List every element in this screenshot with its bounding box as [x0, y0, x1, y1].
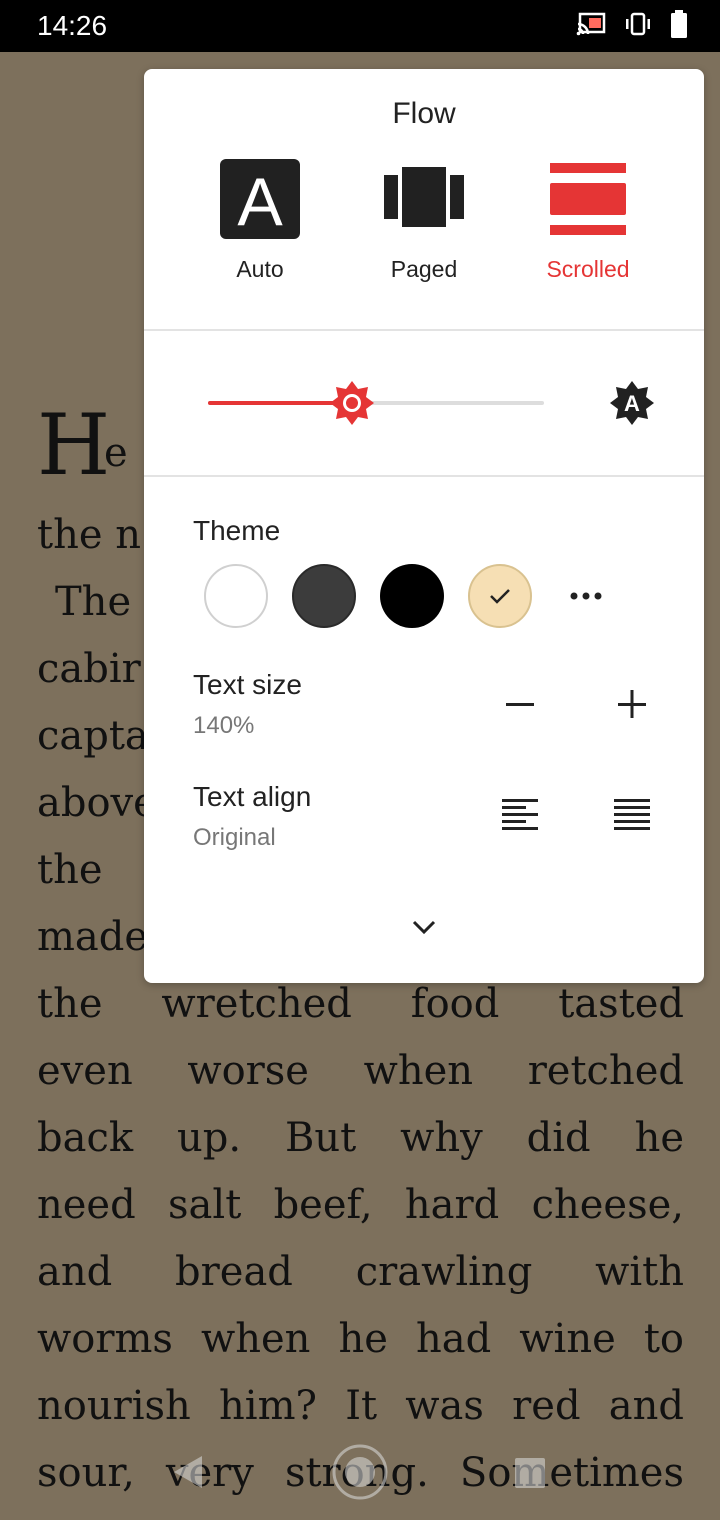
status-time: 14:26 — [37, 10, 108, 41]
align-justify-button[interactable] — [604, 788, 660, 844]
svg-text:A: A — [237, 164, 283, 239]
paged-flow-icon — [384, 167, 464, 227]
battery-icon — [670, 9, 688, 43]
theme-swatch-sepia[interactable] — [468, 564, 532, 628]
increase-text-size-button[interactable] — [604, 676, 660, 732]
nav-home-button[interactable] — [331, 1443, 389, 1506]
text-size-value: 140% — [193, 712, 255, 739]
brightness-thumb-icon[interactable] — [328, 379, 376, 427]
book-line: worms when he had wine to — [37, 1316, 684, 1362]
book-line: back up. But why did he — [37, 1115, 684, 1161]
vibrate-icon — [624, 12, 652, 41]
theme-swatch-white[interactable] — [204, 564, 268, 628]
book-line: and bread crawling with — [37, 1249, 684, 1295]
text-size-label: Text size — [193, 669, 302, 700]
book-line: even worse when retched — [37, 1048, 684, 1094]
decrease-text-size-button[interactable] — [492, 676, 548, 732]
flow-option-auto[interactable]: A Auto — [200, 159, 320, 283]
back-icon — [174, 1456, 202, 1488]
brightness-slider[interactable] — [208, 381, 544, 425]
auto-flow-icon: A — [220, 159, 300, 240]
scrolled-flow-icon — [550, 163, 626, 235]
cast-icon — [576, 12, 606, 41]
auto-brightness-button[interactable]: A — [608, 379, 656, 427]
flow-option-paged[interactable]: Paged — [364, 159, 484, 283]
theme-swatch-black[interactable] — [380, 564, 444, 628]
theme-swatch-dark-gray[interactable] — [292, 564, 356, 628]
plus-icon — [618, 690, 646, 718]
divider — [144, 475, 704, 477]
expand-panel-button[interactable] — [396, 899, 452, 955]
book-line: need salt beef, hard cheese, — [37, 1182, 684, 1228]
more-themes-button[interactable] — [560, 574, 612, 618]
auto-brightness-icon: A — [610, 381, 654, 425]
check-icon — [490, 589, 510, 604]
flow-label-auto: Auto — [236, 256, 284, 282]
text-align-label: Text align — [193, 781, 312, 812]
align-justify-icon — [614, 799, 650, 830]
status-bar: 14:26 — [0, 0, 720, 52]
theme-label: Theme — [193, 515, 281, 546]
flow-label-scrolled: Scrolled — [546, 256, 630, 282]
more-horiz-icon — [570, 592, 602, 600]
recents-icon — [515, 1458, 545, 1488]
nav-back-button[interactable] — [170, 1452, 206, 1497]
chevron-down-icon — [412, 920, 436, 935]
align-left-icon — [502, 799, 538, 830]
nav-recents-button[interactable] — [513, 1456, 547, 1495]
dropcap-rest: e — [104, 430, 128, 476]
home-icon — [332, 1444, 388, 1500]
flow-label-paged: Paged — [390, 256, 458, 282]
text-align-value: Original — [193, 824, 276, 851]
flow-title: Flow — [392, 97, 456, 130]
align-left-button[interactable] — [492, 788, 548, 844]
divider — [144, 329, 704, 331]
dropcap-letter: H — [37, 396, 111, 494]
flow-option-scrolled[interactable]: Scrolled — [528, 159, 648, 283]
book-line: nourish him? It was red and — [37, 1383, 684, 1429]
minus-icon — [506, 703, 534, 706]
reading-settings-panel: Flow A Auto Paged Scrolled A Theme Text … — [144, 69, 704, 983]
svg-text:A: A — [624, 391, 640, 416]
